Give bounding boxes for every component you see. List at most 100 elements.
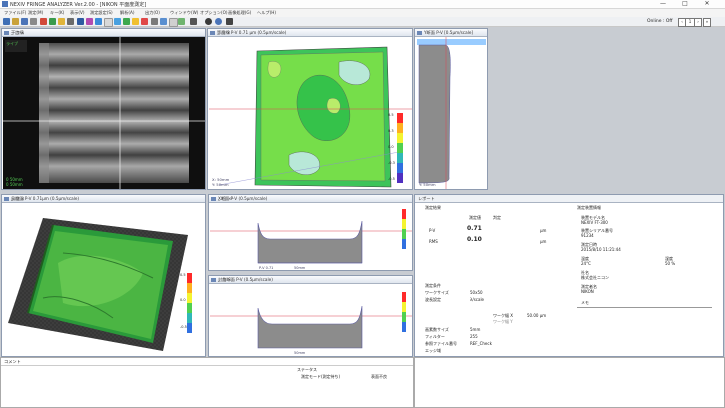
diagonal-section-panel: 対角断面 P-V (0.5µm/scale) _□× 50mm xyxy=(208,275,413,357)
online-status: Online : Off xyxy=(647,19,673,24)
cond2-label: 参照ファイル番号 xyxy=(425,341,457,346)
calc-icon[interactable] xyxy=(226,18,233,25)
device-info-heading: 測定装置情報 xyxy=(577,205,601,210)
status-title: ステータス xyxy=(297,367,317,372)
open-icon[interactable] xyxy=(12,18,19,25)
panel-window-buttons[interactable]: _□× xyxy=(11,196,203,201)
contour-panel: 等高線 P-V 0.71 µm (0.5µm/scale) _□× 0.5 0.3… xyxy=(207,28,413,190)
rms-value: 0.10 xyxy=(467,236,482,243)
record-icon[interactable] xyxy=(190,18,197,25)
globe-icon[interactable] xyxy=(215,18,222,25)
warp-value: 50.00 µm xyxy=(527,313,547,318)
zoom-icon[interactable] xyxy=(104,18,113,27)
interference-image[interactable] xyxy=(3,37,205,189)
contour-map[interactable] xyxy=(209,37,412,189)
new-icon[interactable] xyxy=(3,18,10,25)
app-icon xyxy=(2,1,8,7)
pv-value: 0.71 xyxy=(467,225,482,232)
panel-window-buttons[interactable]: _□× xyxy=(218,196,410,201)
menu-view[interactable]: 表示(V) xyxy=(70,10,85,16)
disk-icon[interactable] xyxy=(77,18,84,25)
menu-window[interactable]: ウィンドウ(W) xyxy=(170,10,198,16)
3d-view-panel: 鳥瞰図 P-V 0.71µm (0.5µm/scale) _□× 0.5 0.0 … xyxy=(1,194,206,357)
diagonal-section-scale xyxy=(402,292,406,332)
comment-textarea[interactable] xyxy=(1,365,413,407)
device-value: 2015/8/10 11:21:44 xyxy=(581,247,621,252)
cond-label: ワークサイズ xyxy=(425,290,449,295)
menu-key[interactable]: キー(K) xyxy=(50,10,64,16)
menu-help[interactable]: ヘルプ(H) xyxy=(257,10,276,16)
menu-options[interactable]: オプション(O) xyxy=(200,10,228,16)
panel-icon xyxy=(210,30,215,35)
panel-icon xyxy=(211,196,216,201)
report-icon[interactable] xyxy=(160,18,167,25)
scale-label: 0.5 xyxy=(388,113,394,117)
close-button[interactable]: ✕ xyxy=(698,0,716,8)
delete-icon[interactable] xyxy=(141,18,148,25)
maximize-button[interactable]: □ xyxy=(676,0,694,8)
panel-window-buttons[interactable]: _□× xyxy=(218,277,410,282)
device-value: 50 % xyxy=(665,261,676,266)
scale-label: -0.5 xyxy=(180,325,187,329)
menu-file[interactable]: ファイル(F) xyxy=(4,10,26,16)
pv-label: P-V xyxy=(429,228,436,233)
page-next-button[interactable]: › xyxy=(694,18,702,27)
diagonal-section-plot[interactable] xyxy=(210,284,412,356)
measure-icon[interactable] xyxy=(49,18,56,25)
export-icon[interactable] xyxy=(178,18,185,25)
x-section-scale xyxy=(402,209,406,249)
report-title: レポート xyxy=(418,196,435,201)
results-heading: 測定結果 xyxy=(425,205,441,210)
menu-measure[interactable]: 測定(M) xyxy=(28,10,43,16)
scale-label: 0.0 xyxy=(180,298,186,302)
live-badge: ライブ xyxy=(6,41,18,46)
device-value: NEXIV FT-300 xyxy=(581,220,608,225)
panel-icon xyxy=(211,277,216,282)
cond2-label: 画素数サイズ xyxy=(425,327,449,332)
3d-view-icon[interactable] xyxy=(123,18,130,25)
contour-readout-y: Y: 50mm xyxy=(212,182,229,187)
panel-window-buttons[interactable]: _□× xyxy=(11,30,203,35)
cond-label: 波長設定 xyxy=(425,297,441,302)
lens-icon[interactable] xyxy=(205,18,212,25)
cond2-value: 255 xyxy=(470,334,478,339)
camera-readout-y: 0 50mm xyxy=(6,182,23,187)
minimize-button[interactable]: — xyxy=(654,0,672,8)
page-last-button[interactable]: » xyxy=(703,18,711,27)
toolbar: Online : Off ‹ 1 › » xyxy=(0,17,725,27)
col-judge-header: 判定 xyxy=(493,215,501,220)
settings-icon[interactable] xyxy=(151,18,158,25)
panel-icon xyxy=(417,30,422,35)
cond2-label: エッジ域 xyxy=(425,348,441,353)
device-label: メモ xyxy=(581,300,589,305)
window-icon[interactable] xyxy=(169,18,178,27)
chart-icon[interactable] xyxy=(86,18,93,25)
comment-panel: コメント ステータス 測定モード(測定待ち) 表面不良 xyxy=(0,357,414,408)
menu-analyze[interactable]: 解析(A) xyxy=(120,10,135,16)
device-value: 24°C xyxy=(581,261,591,266)
menu-output[interactable]: 出力(O) xyxy=(145,10,160,16)
3d-surface-plot[interactable] xyxy=(3,203,205,356)
save-icon[interactable] xyxy=(21,18,28,25)
y-section-plot[interactable] xyxy=(416,37,487,189)
conditions-heading: 測定条件 xyxy=(425,283,441,288)
contour-color-scale xyxy=(397,113,403,183)
menu-settings[interactable]: 測定設定(S) xyxy=(90,10,113,16)
folder-icon[interactable] xyxy=(58,18,65,25)
cond-value: λ/scale xyxy=(470,297,485,302)
3d-color-scale xyxy=(187,273,192,333)
print-icon[interactable] xyxy=(30,18,37,25)
contour-icon[interactable] xyxy=(114,18,121,25)
section-icon[interactable] xyxy=(132,18,139,25)
scale-label: -0.5 xyxy=(388,177,395,181)
menu-image[interactable]: 画像処理(G) xyxy=(228,10,251,16)
x-section-plot[interactable] xyxy=(210,203,412,270)
stop-icon[interactable] xyxy=(40,18,47,25)
device-value: NIKON xyxy=(581,289,594,294)
camera-panel: 干渉縞 _□× ライブ 0 50mm 0 50mm xyxy=(1,28,206,190)
y-section-readout: Y: 50mm xyxy=(419,182,436,187)
camera-icon[interactable] xyxy=(67,18,74,25)
memo-line xyxy=(577,307,712,308)
panel-window-buttons[interactable]: _□× xyxy=(217,30,410,35)
grid-icon[interactable] xyxy=(95,18,102,25)
